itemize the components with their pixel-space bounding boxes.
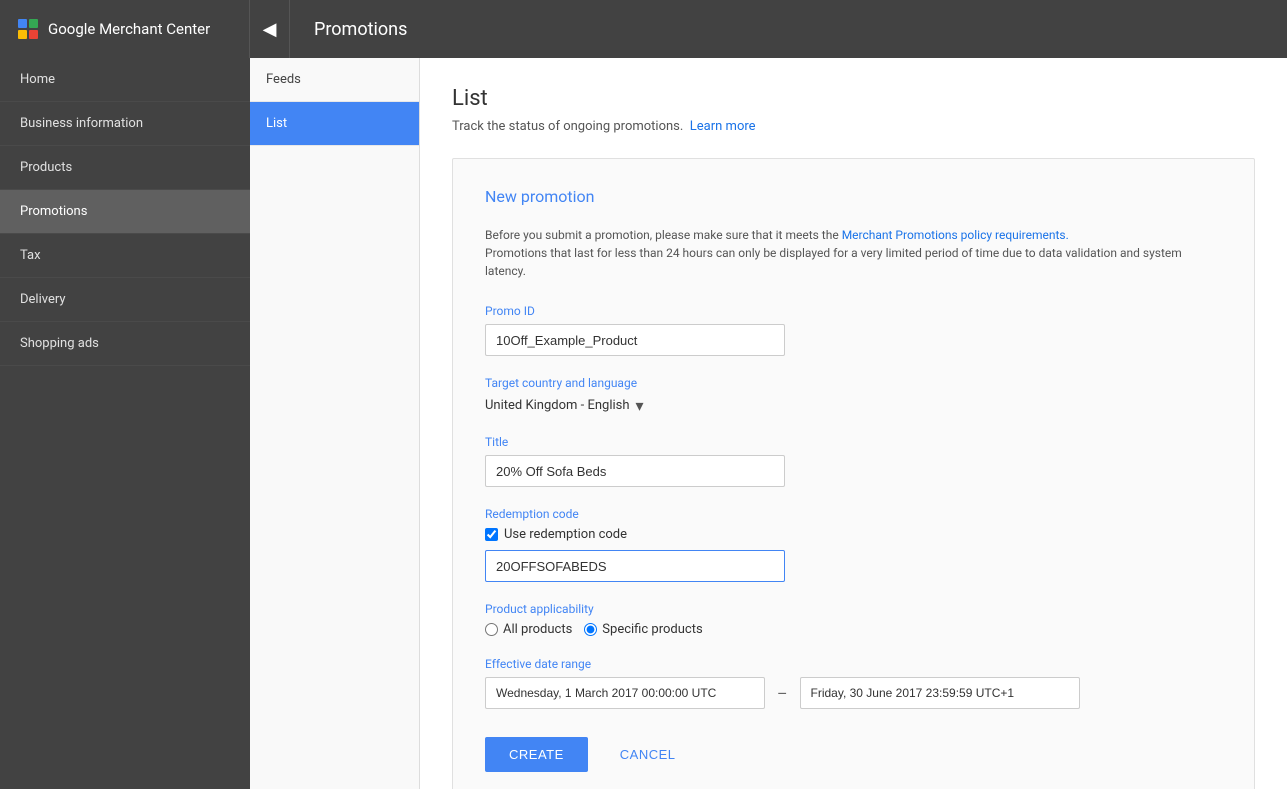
product-label: Product applicability	[485, 602, 1222, 616]
sidebar-item-home[interactable]: Home	[0, 58, 250, 102]
promotion-card: New promotion Before you submit a promot…	[452, 158, 1255, 789]
sidebar-item-tax[interactable]: Tax	[0, 234, 250, 278]
target-value: United Kingdom - English	[485, 398, 630, 413]
subtitle-text: Track the status of ongoing promotions.	[452, 119, 683, 134]
collapse-button[interactable]: ◀	[250, 0, 290, 58]
redemption-label: Redemption code	[485, 507, 1222, 521]
promo-id-group: Promo ID	[485, 304, 1222, 356]
specific-products-label: Specific products	[602, 622, 702, 637]
cancel-button[interactable]: CANCEL	[604, 737, 692, 772]
sidebar-item-delivery[interactable]: Delivery	[0, 278, 250, 322]
all-products-label: All products	[503, 622, 572, 637]
card-title: New promotion	[485, 187, 1222, 206]
brand-logo: Google Merchant Center	[0, 0, 250, 58]
policy-link[interactable]: Merchant Promotions policy requirements.	[842, 228, 1069, 242]
promo-id-input[interactable]	[485, 324, 785, 356]
create-button[interactable]: CREATE	[485, 737, 588, 772]
date-start-input[interactable]	[485, 677, 765, 709]
radio-group: All products Specific products	[485, 622, 1222, 637]
date-group: Effective date range –	[485, 657, 1222, 709]
date-separator: –	[777, 684, 788, 703]
sidebar-item-business-information[interactable]: Business information	[0, 102, 250, 146]
main-layout: Home Business information Products Promo…	[0, 58, 1287, 789]
sidebar-item-products[interactable]: Products	[0, 146, 250, 190]
sidebar-item-promotions[interactable]: Promotions	[0, 190, 250, 234]
product-group: Product applicability All products Speci…	[485, 602, 1222, 637]
top-bar: Google Merchant Center ◀ Promotions	[0, 0, 1287, 58]
page-title: List	[452, 86, 1255, 111]
google-icon	[16, 17, 40, 41]
target-select-wrapper: United Kingdom - English ▾	[485, 396, 1222, 415]
date-label: Effective date range	[485, 657, 1222, 671]
title-label: Title	[485, 435, 1222, 449]
date-range-row: –	[485, 677, 1222, 709]
specific-products-option[interactable]: Specific products	[584, 622, 702, 637]
promo-id-label: Promo ID	[485, 304, 1222, 318]
sidebar: Home Business information Products Promo…	[0, 58, 250, 789]
title-input[interactable]	[485, 455, 785, 487]
target-dropdown-arrow[interactable]: ▾	[636, 396, 644, 415]
button-row: CREATE CANCEL	[485, 737, 1222, 772]
sub-sidebar-item-list[interactable]: List	[250, 102, 419, 146]
redemption-code-input[interactable]	[485, 550, 785, 582]
target-label: Target country and language	[485, 376, 1222, 390]
page-header-title: Promotions	[290, 19, 431, 40]
redemption-checkbox[interactable]	[485, 528, 498, 541]
sidebar-item-shopping-ads[interactable]: Shopping ads	[0, 322, 250, 366]
learn-more-link[interactable]: Learn more	[690, 119, 756, 134]
notice-text: Before you submit a promotion, please ma…	[485, 226, 1222, 280]
date-end-input[interactable]	[800, 677, 1080, 709]
brand-name: Google Merchant Center	[48, 20, 210, 38]
all-products-radio[interactable]	[485, 623, 498, 636]
redemption-checkbox-row: Use redemption code	[485, 527, 1222, 542]
content-area: List Track the status of ongoing promoti…	[420, 58, 1287, 789]
page-subtitle: Track the status of ongoing promotions. …	[452, 119, 1255, 134]
target-group: Target country and language United Kingd…	[485, 376, 1222, 415]
redemption-checkbox-label: Use redemption code	[504, 527, 627, 542]
all-products-option[interactable]: All products	[485, 622, 572, 637]
sub-sidebar-item-feeds[interactable]: Feeds	[250, 58, 419, 102]
redemption-group: Redemption code Use redemption code	[485, 507, 1222, 582]
notice-prefix: Before you submit a promotion, please ma…	[485, 228, 839, 242]
specific-products-radio[interactable]	[584, 623, 597, 636]
sub-sidebar: Feeds List	[250, 58, 420, 789]
title-group: Title	[485, 435, 1222, 487]
notice-suffix: Promotions that last for less than 24 ho…	[485, 246, 1182, 278]
